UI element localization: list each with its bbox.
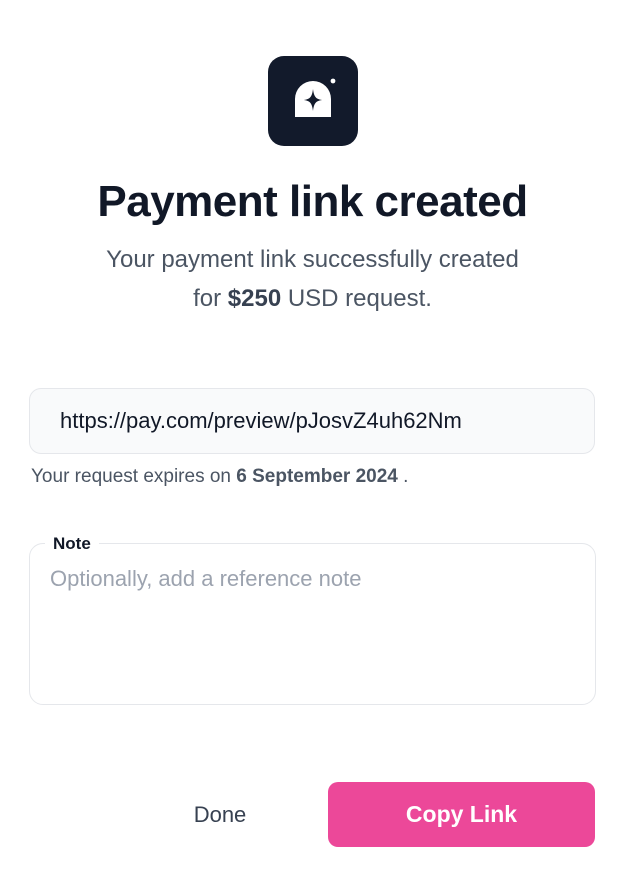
expiry-notice: Your request expires on 6 September 2024…: [31, 466, 408, 488]
sparkle-arch-icon: [295, 78, 336, 117]
subtitle-prefix: for: [193, 285, 222, 312]
subtitle-suffix: USD request.: [287, 285, 432, 312]
copy-link-button[interactable]: Copy Link: [328, 782, 595, 847]
page-subtitle: Your payment link successfully created f…: [0, 240, 625, 318]
note-input[interactable]: [50, 566, 570, 686]
expiry-date: 6 September 2024: [236, 466, 398, 487]
expiry-prefix: Your request expires on: [31, 466, 231, 487]
subtitle-line-2: for $250 USD request.: [0, 279, 625, 318]
payment-link-url[interactable]: https://pay.com/preview/pJosvZ4uh62Nm: [60, 408, 462, 434]
payment-link-field[interactable]: https://pay.com/preview/pJosvZ4uh62Nm: [29, 388, 595, 454]
done-button[interactable]: Done: [130, 783, 310, 847]
request-amount: $250: [227, 285, 282, 312]
expiry-suffix: .: [403, 466, 409, 487]
note-label: Note: [45, 533, 99, 555]
subtitle-line-1: Your payment link successfully created: [106, 246, 519, 273]
page-title: Payment link created: [97, 177, 528, 226]
app-logo: [268, 56, 358, 146]
